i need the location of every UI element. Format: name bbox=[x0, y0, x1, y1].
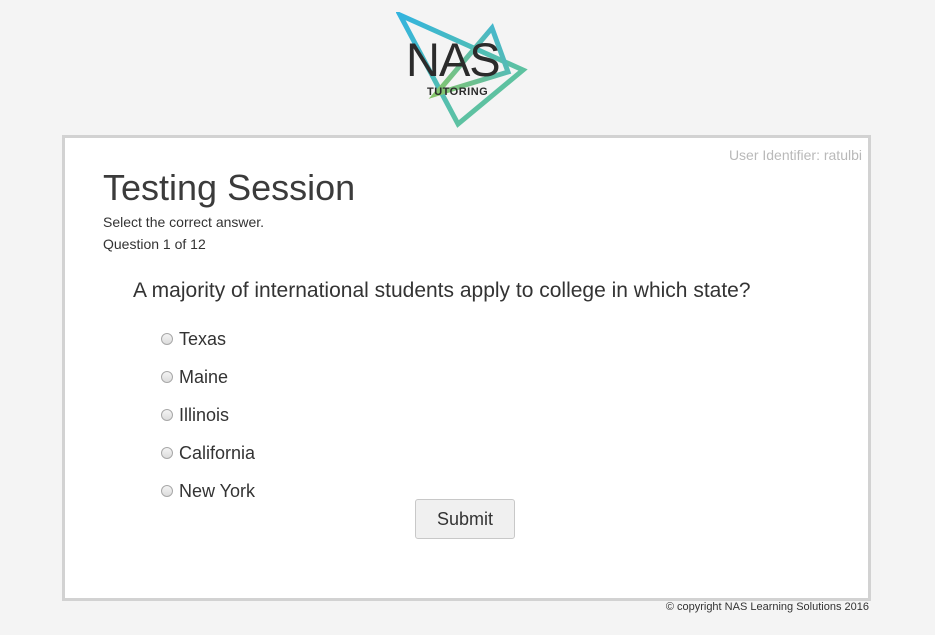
answer-options: Texas Maine Illinois California New York bbox=[161, 327, 255, 517]
submit-button[interactable]: Submit bbox=[415, 499, 515, 539]
radio-button[interactable] bbox=[161, 447, 173, 459]
radio-button[interactable] bbox=[161, 333, 173, 345]
answer-option-label[interactable]: California bbox=[179, 441, 255, 465]
nas-tutoring-logo: NAS TUTORING bbox=[396, 12, 528, 130]
instructions-text: Select the correct answer. bbox=[103, 214, 265, 230]
user-identifier: User Identifier: ratulbi bbox=[728, 147, 862, 163]
answer-option[interactable]: New York bbox=[161, 479, 255, 517]
answer-option[interactable]: Maine bbox=[161, 365, 255, 403]
answer-option[interactable]: Texas bbox=[161, 327, 255, 365]
radio-button[interactable] bbox=[161, 371, 173, 383]
radio-button[interactable] bbox=[161, 409, 173, 421]
logo-wordmark: NAS bbox=[406, 33, 501, 86]
question-text: A majority of international students app… bbox=[133, 279, 751, 302]
answer-option[interactable]: California bbox=[161, 441, 255, 479]
question-progress: Question 1 of 12 bbox=[103, 236, 206, 252]
test-panel: User Identifier: ratulbi Testing Session… bbox=[62, 135, 871, 601]
logo-subtitle: TUTORING bbox=[427, 86, 489, 98]
page-title: Testing Session bbox=[103, 167, 356, 208]
copyright-footer: © copyright NAS Learning Solutions 2016 bbox=[665, 601, 869, 613]
answer-option-label[interactable]: Illinois bbox=[179, 403, 229, 427]
answer-option[interactable]: Illinois bbox=[161, 403, 255, 441]
answer-option-label[interactable]: Maine bbox=[179, 365, 228, 389]
answer-option-label[interactable]: Texas bbox=[179, 327, 226, 351]
answer-option-label[interactable]: New York bbox=[179, 479, 255, 503]
radio-button[interactable] bbox=[161, 485, 173, 497]
